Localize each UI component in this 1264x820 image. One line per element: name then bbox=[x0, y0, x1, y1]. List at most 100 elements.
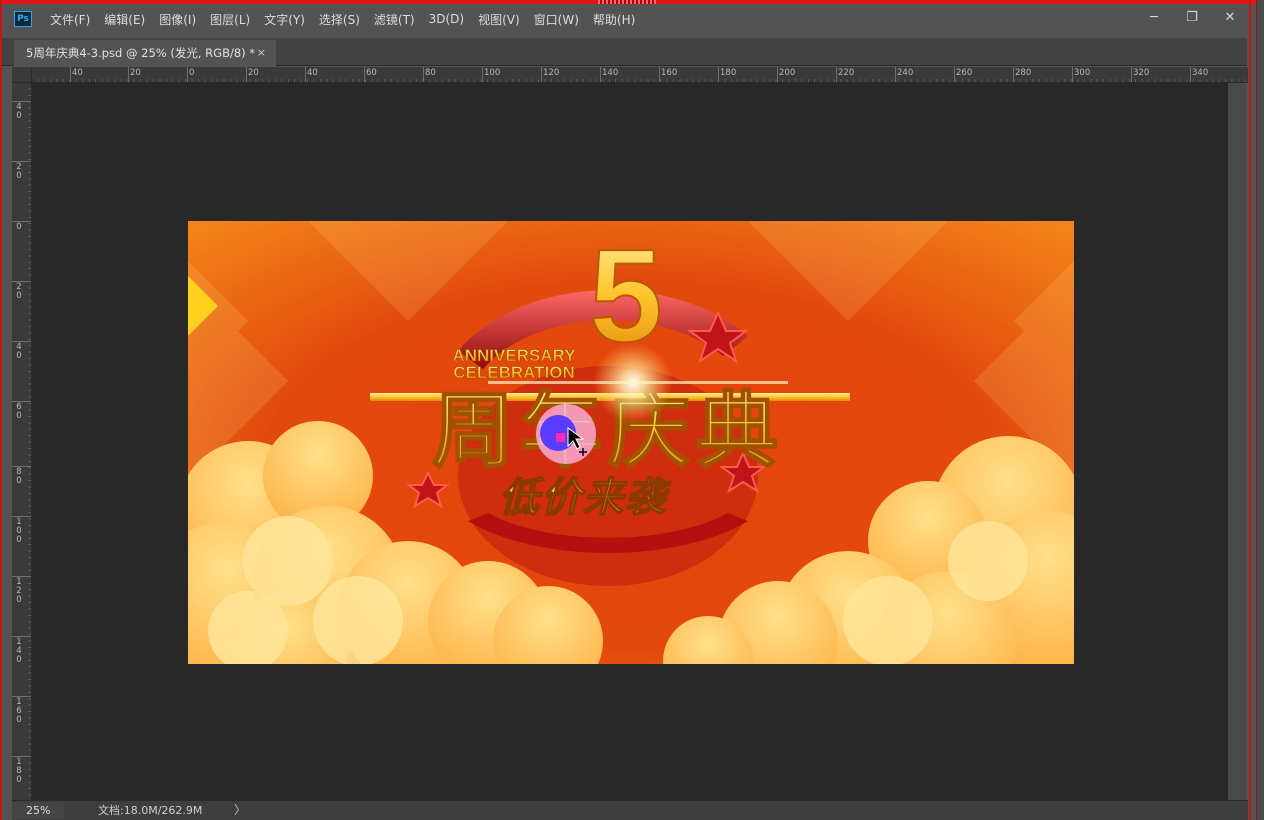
ruler-h-label: 60 bbox=[366, 68, 377, 78]
ruler-h-tick bbox=[364, 67, 365, 82]
document-tab-title: 5周年庆典4-3.psd @ 25% (发光, RGB/8) * bbox=[26, 46, 256, 60]
ruler-v-tick bbox=[12, 281, 31, 282]
ruler-v-label: 20 bbox=[16, 282, 22, 301]
ruler-h-label: 220 bbox=[838, 68, 855, 78]
horizontal-ruler[interactable]: 40 20 0 20 40 60 80 100 120 140 160 180 200 220 240 260… bbox=[32, 67, 1248, 83]
ruler-h-tick bbox=[482, 67, 483, 82]
document-tab-bar: 5周年庆典4-3.psd @ 25% (发光, RGB/8) * × bbox=[2, 38, 1247, 66]
ruler-v-tick bbox=[12, 636, 31, 637]
subtitle-cn: 低价来袭 bbox=[499, 475, 671, 521]
ruler-origin[interactable] bbox=[12, 67, 32, 83]
ruler-h-label: 20 bbox=[248, 68, 259, 78]
vertical-scrollbar[interactable] bbox=[1228, 83, 1246, 800]
window-frame-left bbox=[0, 0, 2, 820]
ruler-h-label: 40 bbox=[72, 68, 83, 78]
ruler-h-label: 0 bbox=[189, 68, 195, 78]
ruler-v-label: 160 bbox=[16, 697, 22, 725]
ruler-h-tick bbox=[187, 67, 188, 82]
ruler-v-label: 100 bbox=[16, 517, 22, 545]
ruler-h-label: 180 bbox=[720, 68, 737, 78]
ruler-h-label: 100 bbox=[484, 68, 501, 78]
ruler-h-tick bbox=[600, 67, 601, 82]
menu-item-1[interactable]: 编辑(E) bbox=[104, 11, 145, 28]
status-menu-arrow-icon[interactable]: 〉 bbox=[234, 801, 246, 820]
ruler-v-label: 180 bbox=[16, 757, 22, 785]
document-size-info: 文档:18.0M/262.9M bbox=[98, 804, 203, 817]
restore-button[interactable]: ❐ bbox=[1173, 4, 1211, 30]
vertical-ruler[interactable]: 40 20 0 20 40 60 80 100 120 140 160 180 bbox=[12, 83, 32, 800]
flare-streak bbox=[488, 381, 788, 384]
menu-item-7[interactable]: 3D(D) bbox=[429, 12, 464, 26]
ruler-v-tick bbox=[12, 466, 31, 467]
ruler-h-tick bbox=[246, 67, 247, 82]
minimize-button[interactable]: ─ bbox=[1135, 4, 1173, 30]
ruler-h-label: 40 bbox=[307, 68, 318, 78]
photoshop-logo-icon[interactable]: Ps bbox=[14, 11, 32, 27]
ruler-h-label: 200 bbox=[779, 68, 796, 78]
ruler-v-tick bbox=[12, 161, 31, 162]
ruler-v-label: 120 bbox=[16, 577, 22, 605]
ruler-v-tick bbox=[12, 696, 31, 697]
tab-close-icon[interactable]: × bbox=[257, 46, 266, 59]
ruler-h-tick bbox=[954, 67, 955, 82]
menu-bar: Ps 文件(F) 编辑(E) 图像(I) 图层(L) 文字(Y) 选择(S) 滤镜(T) 3D… bbox=[2, 4, 1249, 34]
ruler-h-tick bbox=[1190, 67, 1191, 82]
menu-item-8[interactable]: 视图(V) bbox=[478, 11, 520, 28]
ruler-h-label: 260 bbox=[956, 68, 973, 78]
ruler-h-tick bbox=[895, 67, 896, 82]
zoom-level-field[interactable]: 25% bbox=[12, 802, 64, 819]
ruler-h-tick bbox=[718, 67, 719, 82]
ruler-h-label: 340 bbox=[1192, 68, 1209, 78]
window-frame-edge bbox=[1256, 0, 1264, 820]
window-frame-right bbox=[1249, 0, 1251, 820]
menu-item-6[interactable]: 滤镜(T) bbox=[374, 11, 415, 28]
menu-item-9[interactable]: 窗口(W) bbox=[534, 11, 579, 28]
banner-artwork: 5 ANNIVERSARY CELEBRATION 周年庆典 低价来袭 bbox=[188, 221, 1074, 664]
ruler-h-tick bbox=[777, 67, 778, 82]
menu-item-5[interactable]: 选择(S) bbox=[319, 11, 360, 28]
ruler-h-tick bbox=[659, 67, 660, 82]
ruler-h-label: 240 bbox=[897, 68, 914, 78]
ruler-v-label: 40 bbox=[16, 342, 22, 361]
ruler-v-tick bbox=[12, 576, 31, 577]
menu-item-4[interactable]: 文字(Y) bbox=[264, 11, 305, 28]
ruler-v-tick bbox=[12, 101, 31, 102]
ruler-v-label: 20 bbox=[16, 162, 22, 181]
ruler-h-label: 140 bbox=[602, 68, 619, 78]
document-tab[interactable]: 5周年庆典4-3.psd @ 25% (发光, RGB/8) * × bbox=[14, 40, 276, 66]
ruler-h-tick bbox=[70, 67, 71, 82]
window-controls: ─ ❐ ✕ bbox=[1135, 4, 1249, 30]
cursor-overlay bbox=[536, 404, 596, 464]
close-button[interactable]: ✕ bbox=[1211, 4, 1249, 30]
headline-en-line2: CELEBRATION bbox=[453, 363, 575, 382]
ruler-h-tick bbox=[423, 67, 424, 82]
ruler-v-tick bbox=[12, 516, 31, 517]
ruler-h-tick bbox=[128, 67, 129, 82]
ruler-h-label: 160 bbox=[661, 68, 678, 78]
ruler-h-label: 300 bbox=[1074, 68, 1091, 78]
ruler-h-label: 280 bbox=[1015, 68, 1032, 78]
document-canvas[interactable]: 5 ANNIVERSARY CELEBRATION 周年庆典 低价来袭 bbox=[188, 221, 1074, 664]
ruler-h-tick bbox=[1072, 67, 1073, 82]
ruler-v-label: 40 bbox=[16, 102, 22, 121]
ruler-v-label: 140 bbox=[16, 637, 22, 665]
ruler-h-label: 120 bbox=[543, 68, 560, 78]
ruler-v-label: 0 bbox=[16, 222, 22, 232]
ruler-h-tick bbox=[1013, 67, 1014, 82]
ruler-h-label: 20 bbox=[130, 68, 141, 78]
menu-item-0[interactable]: 文件(F) bbox=[50, 11, 90, 28]
ruler-v-label: 80 bbox=[16, 467, 22, 486]
ruler-v-tick bbox=[12, 756, 31, 757]
ruler-h-label: 80 bbox=[425, 68, 436, 78]
ruler-h-tick bbox=[836, 67, 837, 82]
ruler-h-label: 320 bbox=[1133, 68, 1150, 78]
ruler-v-tick bbox=[12, 221, 31, 222]
main-menu: 文件(F) 编辑(E) 图像(I) 图层(L) 文字(Y) 选择(S) 滤镜(T) 3D(D)… bbox=[50, 4, 649, 34]
pasteboard[interactable]: 5 ANNIVERSARY CELEBRATION 周年庆典 低价来袭 bbox=[32, 83, 1228, 800]
menu-item-3[interactable]: 图层(L) bbox=[210, 11, 250, 28]
menu-item-2[interactable]: 图像(I) bbox=[159, 11, 196, 28]
menu-item-10[interactable]: 帮助(H) bbox=[593, 11, 635, 28]
ruler-v-label: 60 bbox=[16, 402, 22, 421]
ruler-h-tick bbox=[305, 67, 306, 82]
ruler-v-tick bbox=[12, 341, 31, 342]
